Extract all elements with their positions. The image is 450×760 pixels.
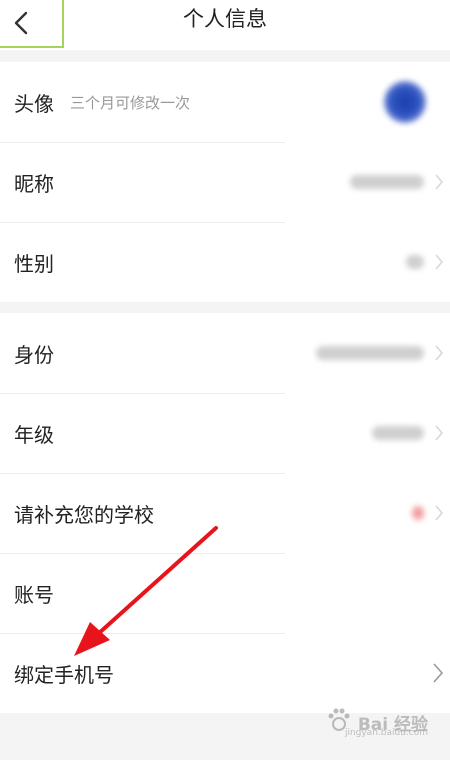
- chevron-right-icon: [435, 345, 444, 361]
- gender-row[interactable]: 性别: [0, 222, 450, 302]
- chevron-right-icon: [435, 425, 444, 441]
- account-row[interactable]: 账号: [0, 553, 450, 633]
- bind-phone-row[interactable]: 绑定手机号: [0, 633, 450, 713]
- avatar-label: 头像: [14, 91, 54, 116]
- top-bar: 个人信息: [0, 0, 450, 50]
- avatar[interactable]: [384, 81, 426, 123]
- gender-label: 性别: [14, 251, 54, 276]
- avatar-hint: 三个月可修改一次: [70, 93, 191, 112]
- basic-info-section: 头像 三个月可修改一次 昵称 性别: [0, 62, 450, 302]
- page-title: 个人信息: [183, 7, 267, 31]
- avatar-row[interactable]: 头像 三个月可修改一次: [0, 62, 450, 142]
- school-row[interactable]: 请补充您的学校: [0, 473, 450, 553]
- grade-label: 年级: [14, 422, 54, 447]
- account-info-section: 身份 年级 请补充您的学校 账号 绑定手机号: [0, 313, 450, 713]
- identity-label: 身份: [14, 342, 54, 367]
- grade-value-blurred: [372, 426, 424, 440]
- chevron-right-icon: [433, 663, 444, 683]
- identity-value-blurred: [316, 346, 424, 360]
- back-arrow-icon: [14, 11, 28, 35]
- nickname-value-blurred: [350, 175, 424, 189]
- account-label: 账号: [14, 582, 54, 607]
- nickname-row[interactable]: 昵称: [0, 142, 450, 222]
- nickname-label: 昵称: [14, 171, 54, 196]
- bind-phone-label: 绑定手机号: [14, 662, 114, 687]
- school-red-dot: [412, 506, 424, 520]
- baidu-jingyan-watermark: Bai 经验 jingyan.baidu.com: [326, 707, 428, 738]
- gender-value-blurred: [406, 255, 424, 269]
- chevron-right-icon: [435, 505, 444, 521]
- school-label: 请补充您的学校: [14, 502, 154, 527]
- chevron-right-icon: [435, 254, 444, 270]
- identity-row[interactable]: 身份: [0, 313, 450, 393]
- grade-row[interactable]: 年级: [0, 393, 450, 473]
- back-button[interactable]: [0, 0, 64, 48]
- watermark-sub: jingyan.baidu.com: [344, 728, 428, 738]
- chevron-right-icon: [435, 174, 444, 190]
